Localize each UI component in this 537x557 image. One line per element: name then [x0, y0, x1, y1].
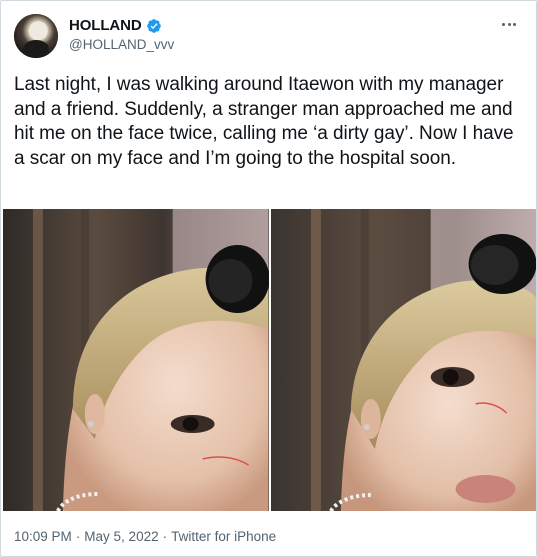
media-grid: [3, 209, 536, 511]
tweet-card: HOLLAND @HOLLAND_vvv Last night, I was w…: [0, 0, 537, 557]
tweet-header: HOLLAND @HOLLAND_vvv: [14, 14, 523, 60]
avatar[interactable]: [14, 14, 58, 58]
user-handle[interactable]: @HOLLAND_vvv: [69, 37, 174, 52]
name-row: HOLLAND: [69, 17, 162, 34]
verified-badge-icon: [146, 18, 162, 34]
tweet-meta: 10:09 PM · May 5, 2022 · Twitter for iPh…: [14, 529, 276, 544]
more-options-icon[interactable]: [499, 16, 519, 32]
display-name[interactable]: HOLLAND: [69, 17, 142, 34]
tweet-photo-2[interactable]: [270, 209, 536, 511]
meta-separator: ·: [75, 529, 81, 544]
tweet-text: Last night, I was walking around Itaewon…: [14, 74, 514, 169]
tweet-source[interactable]: Twitter for iPhone: [171, 529, 276, 544]
tweet-photo-1[interactable]: [3, 209, 269, 511]
meta-separator: ·: [162, 529, 168, 544]
timestamp-time[interactable]: 10:09 PM: [14, 529, 72, 544]
timestamp-date[interactable]: May 5, 2022: [84, 529, 158, 544]
